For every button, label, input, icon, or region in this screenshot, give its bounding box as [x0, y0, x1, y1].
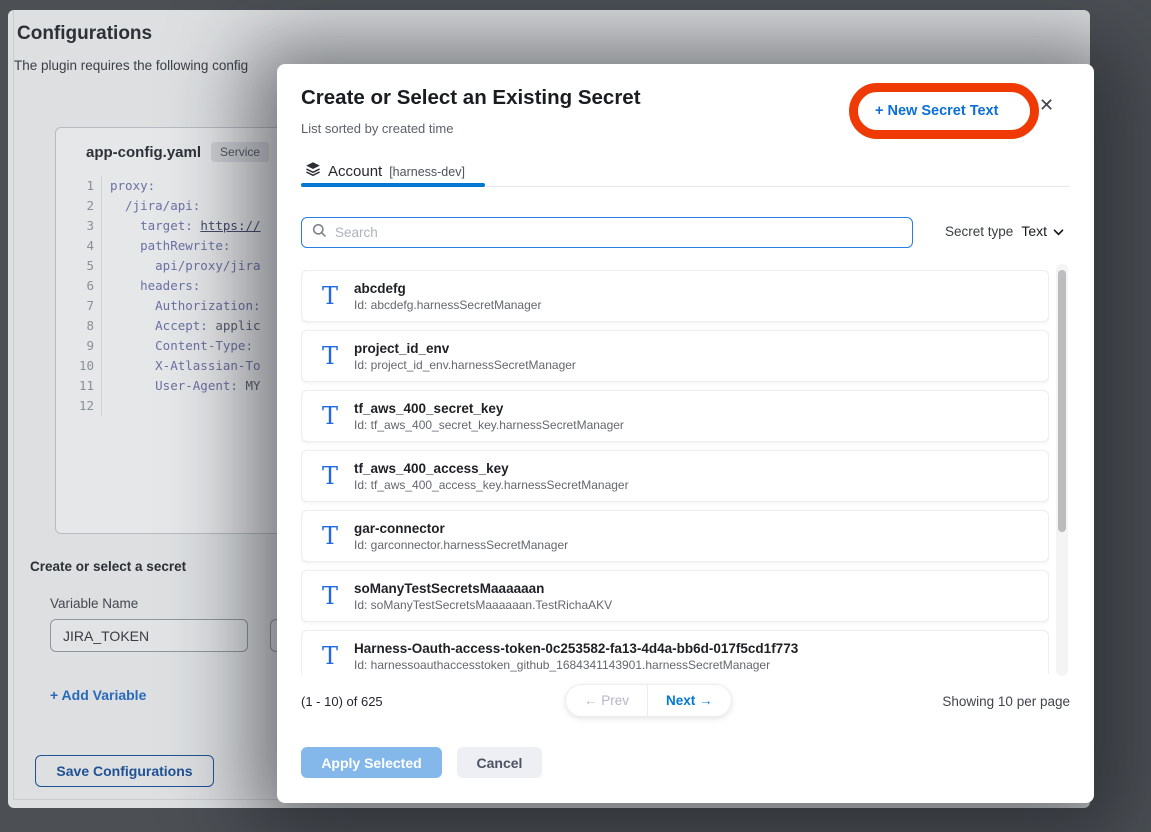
secret-meta: gar-connector Id: garconnector.harnessSe… — [354, 520, 568, 553]
secret-list-item[interactable]: T abcdefg Id: abcdefg.harnessSecretManag… — [301, 270, 1049, 322]
secret-id: Id: tf_aws_400_access_key.harnessSecretM… — [354, 477, 629, 493]
secret-name: soManyTestSecretsMaaaaaan — [354, 580, 612, 597]
chevron-down-icon — [1053, 223, 1064, 239]
tab-account-scope: [harness-dev] — [389, 165, 465, 179]
secret-name: Harness-Oauth-access-token-0c253582-fa13… — [354, 640, 798, 657]
tab-account[interactable]: Account [harness-dev] — [305, 161, 465, 182]
secret-id: Id: harnessoauthaccesstoken_github_16843… — [354, 657, 798, 673]
secret-type-label: Secret type — [945, 224, 1013, 239]
list-scrollbar-track[interactable] — [1056, 264, 1068, 676]
secret-name: abcdefg — [354, 280, 541, 297]
secret-name: tf_aws_400_secret_key — [354, 400, 624, 417]
secret-id: Id: soManyTestSecretsMaaaaaan.TestRichaA… — [354, 597, 612, 613]
secret-meta: project_id_env Id: project_id_env.harnes… — [354, 340, 576, 373]
secret-meta: Harness-Oauth-access-token-0c253582-fa13… — [354, 640, 798, 673]
secret-meta: tf_aws_400_access_key Id: tf_aws_400_acc… — [354, 460, 629, 493]
text-secret-icon: T — [322, 344, 346, 368]
search-icon — [312, 223, 327, 243]
select-secret-modal: Create or Select an Existing Secret List… — [277, 64, 1094, 803]
text-secret-icon: T — [322, 524, 346, 548]
screen: Configurations The plugin requires the f… — [0, 0, 1151, 832]
secret-id: Id: garconnector.harnessSecretManager — [354, 537, 568, 553]
secret-type-dropdown[interactable]: Text — [1021, 223, 1064, 239]
secret-list-item[interactable]: T Harness-Oauth-access-token-0c253582-fa… — [301, 630, 1049, 674]
secret-meta: abcdefg Id: abcdefg.harnessSecretManager — [354, 280, 541, 313]
secret-list-item[interactable]: T project_id_env Id: project_id_env.harn… — [301, 330, 1049, 382]
text-secret-icon: T — [322, 584, 346, 608]
secret-type-filter: Secret type Text — [945, 223, 1064, 239]
secret-id: Id: abcdefg.harnessSecretManager — [354, 297, 541, 313]
text-secret-icon: T — [322, 404, 346, 428]
new-secret-text-button[interactable]: + New Secret Text — [875, 97, 998, 125]
text-secret-icon: T — [322, 284, 346, 308]
list-scrollbar-thumb[interactable] — [1058, 270, 1066, 532]
prev-page-button[interactable]: ← Prev — [566, 685, 647, 716]
secret-list: T abcdefg Id: abcdefg.harnessSecretManag… — [301, 270, 1049, 674]
cancel-button[interactable]: Cancel — [457, 747, 542, 778]
per-page-info: Showing 10 per page — [942, 694, 1070, 709]
secret-list-item[interactable]: T gar-connector Id: garconnector.harness… — [301, 510, 1049, 562]
layers-icon — [305, 161, 321, 182]
modal-subtitle: List sorted by created time — [301, 121, 453, 136]
secret-id: Id: tf_aws_400_secret_key.harnessSecretM… — [354, 417, 624, 433]
secret-meta: tf_aws_400_secret_key Id: tf_aws_400_sec… — [354, 400, 624, 433]
secret-meta: soManyTestSecretsMaaaaaan Id: soManyTest… — [354, 580, 612, 613]
secret-id: Id: project_id_env.harnessSecretManager — [354, 357, 576, 373]
secret-name: gar-connector — [354, 520, 568, 537]
next-page-button[interactable]: Next → — [648, 685, 731, 716]
apply-selected-button[interactable]: Apply Selected — [301, 747, 442, 778]
active-tab-indicator — [301, 183, 485, 187]
search-input[interactable] — [335, 225, 912, 240]
pagination-range: (1 - 10) of 625 — [301, 694, 383, 709]
pager: ← Prev Next → — [565, 684, 732, 717]
modal-title: Create or Select an Existing Secret — [301, 86, 641, 110]
close-icon[interactable]: ✕ — [1039, 95, 1054, 116]
text-secret-icon: T — [322, 464, 346, 488]
secret-name: tf_aws_400_access_key — [354, 460, 629, 477]
secret-list-item[interactable]: T tf_aws_400_secret_key Id: tf_aws_400_s… — [301, 390, 1049, 442]
secret-list-item[interactable]: T soManyTestSecretsMaaaaaan Id: soManyTe… — [301, 570, 1049, 622]
tab-account-label: Account — [328, 163, 382, 180]
text-secret-icon: T — [322, 644, 346, 668]
search-box[interactable] — [301, 217, 913, 248]
secret-name: project_id_env — [354, 340, 576, 357]
secret-list-item[interactable]: T tf_aws_400_access_key Id: tf_aws_400_a… — [301, 450, 1049, 502]
